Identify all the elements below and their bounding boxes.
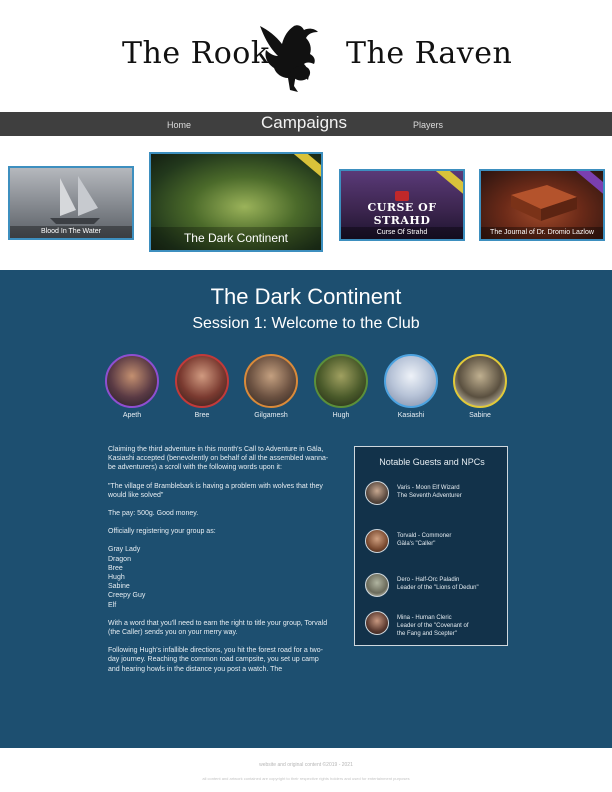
player-sabine[interactable]: Sabine xyxy=(450,354,510,419)
player-kasiashi[interactable]: Kasiashi xyxy=(381,354,441,419)
group-name: Hugh xyxy=(108,574,125,582)
campaign-strip: Blood In The Water The Dark Continent CU… xyxy=(0,136,612,270)
avatar xyxy=(365,481,389,505)
dnd-logo-icon xyxy=(395,191,409,201)
npc-item-dero[interactable]: Dero - Half-Orc Paladin Leader of the "L… xyxy=(365,573,505,603)
group-name: Elf xyxy=(108,601,117,609)
story-paragraph: "The village of Bramblebark is having a … xyxy=(108,482,323,499)
session-story: Claiming the third adventure in this mon… xyxy=(108,445,330,683)
avatar xyxy=(365,529,389,553)
player-hugh[interactable]: Hugh xyxy=(311,354,371,419)
logo-text-left[interactable]: The Rook xyxy=(122,36,270,71)
logo-text-right[interactable]: The Raven xyxy=(346,36,512,71)
player-bree[interactable]: Bree xyxy=(172,354,232,419)
npc-item-varis[interactable]: Varis - Moon Elf Wizard The Seventh Adve… xyxy=(365,481,505,511)
campaign-label: The Journal of Dr. Dromio Lazlow xyxy=(481,227,603,239)
avatar xyxy=(365,611,389,635)
avatar[interactable] xyxy=(244,354,298,408)
story-paragraph: Officially registering your group as: xyxy=(108,528,216,536)
group-name: Creepy Guy xyxy=(108,592,146,600)
npc-info: Dero - Half-Orc Paladin Leader of the "L… xyxy=(397,576,479,592)
campaign-label: The Dark Continent xyxy=(151,227,321,250)
npc-name: Varis - Moon Elf Wizard xyxy=(397,485,460,491)
npc-item-torvald[interactable]: Torvald - Commoner Gäla's "Caller" xyxy=(365,529,505,559)
npc-role: Leader of the "Lions of Dedun" xyxy=(397,585,479,591)
npc-name: Mina - Human Cleric xyxy=(397,615,452,621)
avatar[interactable] xyxy=(453,354,507,408)
story-paragraph: Following Hugh's infallible directions, … xyxy=(108,647,323,673)
book-icon xyxy=(511,185,577,221)
player-list: Apeth Bree Gilgamesh Hugh Kasiashi Sabin… xyxy=(0,354,612,424)
player-name: Apeth xyxy=(122,412,142,419)
campaign-art-title: CURSE OF STRAHD xyxy=(367,201,437,227)
main-nav: Home Campaigns Players xyxy=(0,112,612,136)
avatar xyxy=(365,573,389,597)
player-name: Gilgamesh xyxy=(254,412,288,419)
story-paragraph: Claiming the third adventure in this mon… xyxy=(108,446,329,472)
player-name: Bree xyxy=(194,412,210,419)
npc-panel-title: Notable Guests and NPCs xyxy=(379,457,485,467)
ship-icon xyxy=(50,176,100,224)
campaign-label: Curse Of Strahd xyxy=(341,227,463,239)
group-name: Bree xyxy=(108,564,123,572)
campaign-card-blood-in-the-water[interactable]: Blood In The Water xyxy=(8,166,134,240)
campaign-card-journal-dr-dromio-lazlow[interactable]: The Journal of Dr. Dromio Lazlow xyxy=(479,169,605,241)
npc-name: Torvald - Commoner xyxy=(397,533,452,539)
group-name: Sabine xyxy=(108,583,130,591)
npc-panel: Notable Guests and NPCs Varis - Moon Elf… xyxy=(354,446,508,646)
site-footer: website and original content ©2019 - 202… xyxy=(0,748,612,792)
site-header: The Rook The Raven xyxy=(0,0,612,112)
npc-role: the Fang and Scepter" xyxy=(397,631,457,637)
npc-info: Torvald - Commoner Gäla's "Caller" xyxy=(397,532,451,548)
avatar[interactable] xyxy=(105,354,159,408)
story-paragraph: With a word that you'll need to earn the… xyxy=(108,619,328,637)
group-name-list: Gray Lady Dragon Bree Hugh Sabine Creepy… xyxy=(108,545,330,609)
npc-info: Mina - Human Cleric Leader of the "Coven… xyxy=(397,614,469,638)
npc-item-mina[interactable]: Mina - Human Cleric Leader of the "Coven… xyxy=(365,611,505,641)
nav-campaigns[interactable]: Campaigns xyxy=(261,111,347,135)
campaign-label: Blood In The Water xyxy=(10,226,132,238)
npc-role: Leader of the "Covenant of xyxy=(397,623,469,629)
footer-disclaimer: all content and artwork contained are co… xyxy=(202,776,410,781)
story-paragraph: The pay: 500g. Good money. xyxy=(108,510,199,518)
avatar[interactable] xyxy=(314,354,368,408)
group-name: Dragon xyxy=(108,555,131,563)
campaign-card-the-dark-continent[interactable]: The Dark Continent xyxy=(149,152,323,252)
avatar[interactable] xyxy=(175,354,229,408)
session-title: Session 1: Welcome to the Club xyxy=(192,315,420,332)
group-name: Gray Lady xyxy=(108,546,141,554)
footer-copyright: website and original content ©2019 - 202… xyxy=(259,762,353,768)
npc-role: The Seventh Adventurer xyxy=(397,493,462,499)
player-name: Hugh xyxy=(332,412,350,419)
player-apeth[interactable]: Apeth xyxy=(102,354,162,419)
campaign-card-curse-of-strahd[interactable]: CURSE OF STRAHD Curse Of Strahd xyxy=(339,169,465,241)
player-gilgamesh[interactable]: Gilgamesh xyxy=(241,354,301,419)
npc-info: Varis - Moon Elf Wizard The Seventh Adve… xyxy=(397,484,462,500)
campaign-detail: The Dark Continent Session 1: Welcome to… xyxy=(0,270,612,748)
player-name: Kasiashi xyxy=(397,412,425,419)
npc-name: Dero - Half-Orc Paladin xyxy=(397,577,460,583)
raven-icon[interactable] xyxy=(254,16,330,96)
avatar[interactable] xyxy=(384,354,438,408)
page-title: The Dark Continent xyxy=(210,284,402,309)
nav-players[interactable]: Players xyxy=(413,113,443,137)
player-name: Sabine xyxy=(469,412,491,419)
nav-home[interactable]: Home xyxy=(167,113,191,137)
npc-role: Gäla's "Caller" xyxy=(397,541,436,547)
